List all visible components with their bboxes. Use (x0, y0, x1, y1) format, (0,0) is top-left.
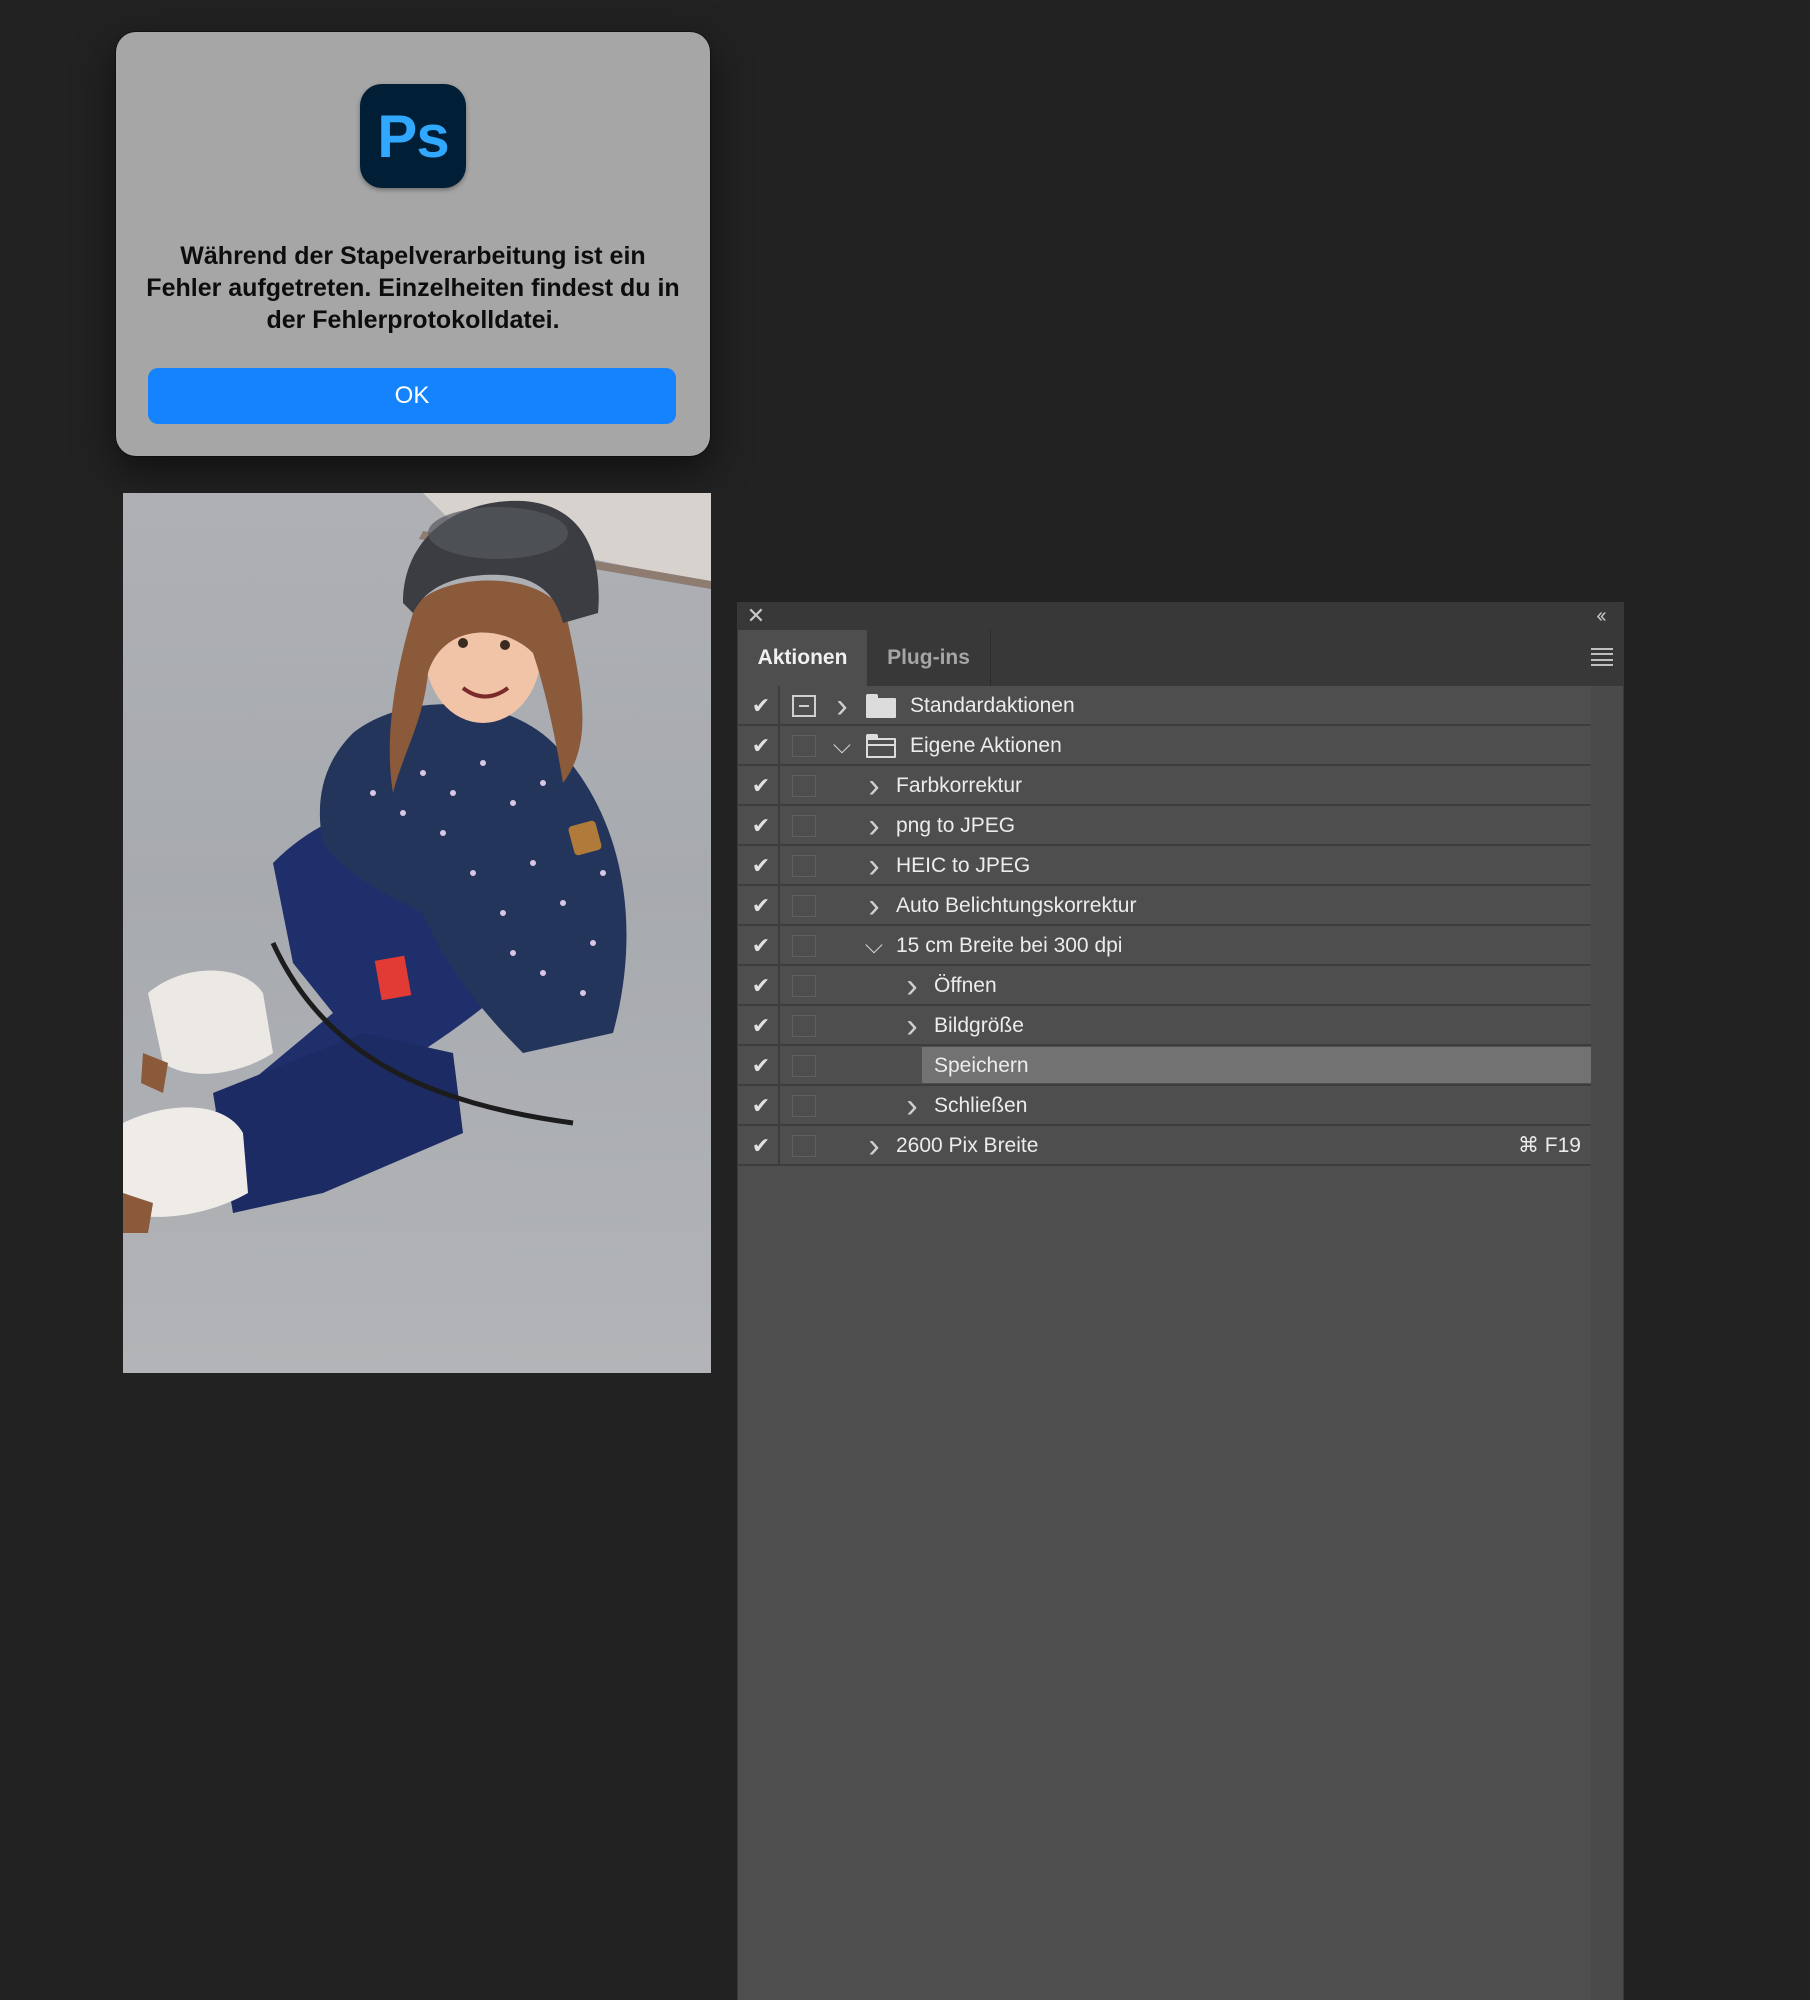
check-icon[interactable]: ✔ (748, 1052, 774, 1080)
dialog-toggle-empty[interactable] (792, 975, 816, 997)
row-label: HEIC to JPEG (896, 854, 1031, 877)
dialog-toggle-empty[interactable] (792, 775, 816, 797)
action-row[interactable]: ✔ ⌵ 15 cm Breite bei 300 dpi (738, 926, 1591, 966)
row-label: Öffnen (934, 974, 997, 997)
action-row[interactable]: ✔ › 2600 Pix Breite ⌘ F19 (738, 1126, 1591, 1166)
chevron-right-icon[interactable]: › (832, 689, 852, 723)
dialog-toggle-empty[interactable] (792, 895, 816, 917)
column-divider (778, 726, 780, 766)
photoshop-app-icon: Ps (360, 84, 466, 188)
actions-panel: ✕ ‹‹ Aktionen Plug-ins ✔ › Standardaktione… (737, 602, 1624, 2000)
dialog-toggle-empty[interactable] (792, 855, 816, 877)
row-label: 2600 Pix Breite (896, 1134, 1039, 1157)
ok-button[interactable]: OK (148, 368, 676, 424)
column-divider (778, 1046, 780, 1086)
chevron-right-icon[interactable]: › (902, 969, 922, 1003)
action-set-row[interactable]: ✔ › Standardaktionen (738, 686, 1591, 726)
check-icon[interactable]: ✔ (748, 852, 774, 880)
row-label: 15 cm Breite bei 300 dpi (896, 934, 1123, 957)
chevron-right-icon[interactable]: › (864, 889, 884, 923)
column-divider (778, 766, 780, 806)
action-row[interactable]: ✔ › png to JPEG (738, 806, 1591, 846)
row-label: Speichern (934, 1054, 1029, 1077)
panel-tabs: Aktionen Plug-ins (738, 630, 1623, 686)
row-label: Standardaktionen (910, 694, 1075, 717)
action-set-row[interactable]: ✔ ⌵ Eigene Aktionen (738, 726, 1591, 766)
action-step-row[interactable]: ✔ › Schließen (738, 1086, 1591, 1126)
chevron-down-icon[interactable]: ⌵ (864, 930, 884, 962)
chevron-right-icon[interactable]: › (864, 769, 884, 803)
row-label: Eigene Aktionen (910, 734, 1062, 757)
tab-plug-ins[interactable]: Plug-ins (867, 630, 991, 686)
scrollbar[interactable] (1591, 686, 1623, 2000)
column-divider (778, 846, 780, 886)
folder-icon (866, 734, 896, 758)
row-label: Auto Belichtungskorrektur (896, 894, 1137, 917)
check-icon[interactable]: ✔ (748, 892, 774, 920)
panel-menu-icon[interactable] (1591, 648, 1613, 666)
error-alert-dialog: Ps Während der Stapelverarbeitung ist ei… (116, 32, 710, 456)
dialog-toggle-icon[interactable] (792, 695, 816, 717)
dialog-toggle-empty[interactable] (792, 1095, 816, 1117)
column-divider (778, 1086, 780, 1126)
column-divider (778, 686, 780, 726)
column-divider (778, 806, 780, 846)
tab-aktionen[interactable]: Aktionen (738, 630, 867, 686)
collapse-panel-icon[interactable]: ‹‹ (1589, 604, 1611, 628)
photoshop-icon-label: Ps (377, 102, 449, 170)
dialog-toggle-empty[interactable] (792, 1135, 816, 1157)
chevron-right-icon[interactable]: › (864, 809, 884, 843)
dialog-toggle-empty[interactable] (792, 735, 816, 757)
column-divider (778, 1006, 780, 1046)
shortcut-label: ⌘ F19 (1517, 1134, 1581, 1157)
action-step-row[interactable]: ✔ › Bildgröße (738, 1006, 1591, 1046)
check-icon[interactable]: ✔ (748, 812, 774, 840)
chevron-right-icon[interactable]: › (902, 1089, 922, 1123)
check-icon[interactable]: ✔ (748, 932, 774, 960)
action-step-row[interactable]: ✔ › Öffnen (738, 966, 1591, 1006)
row-divider (738, 1164, 1591, 1166)
dialog-toggle-empty[interactable] (792, 935, 816, 957)
check-icon[interactable]: ✔ (748, 732, 774, 760)
photo-illustration (123, 493, 711, 1233)
alert-message: Während der Stapelverarbeitung ist ein F… (146, 242, 680, 334)
close-icon[interactable]: ✕ (746, 604, 766, 628)
check-icon[interactable]: ✔ (748, 772, 774, 800)
check-icon[interactable]: ✔ (748, 692, 774, 720)
column-divider (778, 1126, 780, 1166)
chevron-right-icon[interactable]: › (902, 1009, 922, 1043)
check-icon[interactable]: ✔ (748, 1132, 774, 1160)
chevron-right-icon[interactable]: › (864, 849, 884, 883)
check-icon[interactable]: ✔ (748, 972, 774, 1000)
dialog-toggle-empty[interactable] (792, 1015, 816, 1037)
check-icon[interactable]: ✔ (748, 1012, 774, 1040)
row-label: Schließen (934, 1094, 1028, 1117)
dialog-toggle-empty[interactable] (792, 1055, 816, 1077)
column-divider (778, 926, 780, 966)
action-row[interactable]: ✔ › Auto Belichtungskorrektur (738, 886, 1591, 926)
column-divider (778, 966, 780, 1006)
chevron-right-icon[interactable]: › (864, 1129, 884, 1163)
actions-list: ✔ › Standardaktionen ✔ ⌵ Eigene Aktionen ✔ › Far… (738, 686, 1623, 2000)
row-label: png to JPEG (896, 814, 1016, 837)
column-divider (778, 886, 780, 926)
row-label: Bildgröße (934, 1014, 1024, 1037)
check-icon[interactable]: ✔ (748, 1092, 774, 1120)
action-row[interactable]: ✔ › Farbkorrektur (738, 766, 1591, 806)
photo-preview (123, 493, 711, 1373)
chevron-down-icon[interactable]: ⌵ (832, 730, 852, 762)
row-label: Farbkorrektur (896, 774, 1023, 797)
panel-titlebar: ✕ ‹‹ (738, 602, 1623, 630)
action-step-row[interactable]: ✔ Speichern (738, 1046, 1591, 1086)
dialog-toggle-empty[interactable] (792, 815, 816, 837)
folder-icon (866, 694, 896, 718)
action-row[interactable]: ✔ › HEIC to JPEG (738, 846, 1591, 886)
